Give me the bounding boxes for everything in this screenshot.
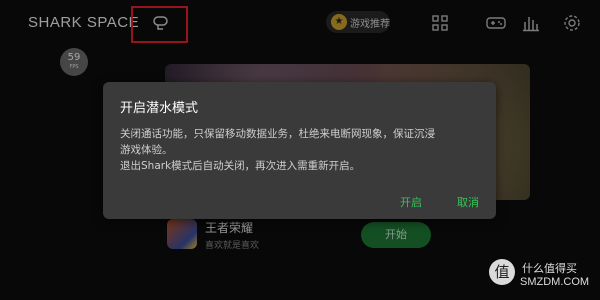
watermark-text: 什么值得买 xyxy=(522,262,577,275)
enable-button[interactable]: 开启 xyxy=(400,194,422,210)
dialog-title: 开启潜水模式 xyxy=(120,101,199,116)
dialog-body: 关闭通话功能，只保留移动数据业务，杜绝来电断网现象，保证沉浸 游戏体验。 退出S… xyxy=(120,126,485,174)
watermark-logo: 值 xyxy=(489,259,515,285)
dialog-body-line: 退出Shark模式后自动关闭，再次进入需重新开启。 xyxy=(120,160,361,172)
cancel-button[interactable]: 取消 xyxy=(457,194,479,210)
dialog-body-line: 游戏体验。 xyxy=(120,144,173,156)
dive-mode-dialog: 开启潜水模式 关闭通话功能，只保留移动数据业务，杜绝来电断网现象，保证沉浸 游戏… xyxy=(103,82,496,219)
watermark-domain: SMZDM.COM xyxy=(520,276,590,288)
dialog-body-line: 关闭通话功能，只保留移动数据业务，杜绝来电断网现象，保证沉浸 xyxy=(120,128,435,140)
